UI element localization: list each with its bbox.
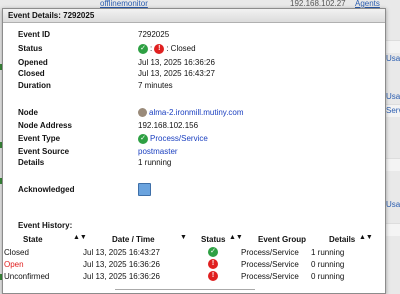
alert-circle-icon: !	[154, 43, 165, 54]
acknowledged-label: Acknowledged	[18, 185, 75, 194]
event-type-label: Event Type	[18, 134, 61, 143]
table-row[interactable]: Open Jul 13, 2025 16:36:26 ! Process/Ser…	[4, 259, 371, 270]
column-header-status[interactable]: Status	[201, 235, 225, 244]
check-circle-icon: ✓	[138, 133, 148, 144]
history-details: 1 running	[311, 248, 345, 257]
alert-circle-icon: !	[208, 271, 218, 281]
acknowledged-checkbox[interactable]	[138, 183, 151, 196]
history-group: Process/Service	[241, 248, 299, 257]
column-header-state[interactable]: State	[23, 235, 43, 244]
alert-circle-icon: !	[208, 259, 218, 269]
status-separator: :	[150, 44, 153, 53]
node-label: Node	[18, 108, 38, 117]
status-text: : Closed	[166, 44, 196, 53]
dialog-title: Event Details: 7292025	[8, 11, 95, 20]
check-circle-icon: ✓	[208, 247, 218, 257]
history-datetime: Jul 13, 2025 16:36:26	[83, 272, 160, 281]
event-source-label: Event Source	[18, 147, 70, 156]
event-id-value: 7292025	[138, 30, 170, 39]
history-state: Open	[4, 260, 24, 269]
node-address-value: 192.168.102.156	[138, 121, 199, 130]
background-edge-label: Usage	[386, 54, 400, 63]
history-datetime: Jul 13, 2025 16:36:26	[83, 260, 160, 269]
node-value: alma-2.ironmill.mutiny.com	[138, 108, 244, 117]
details-value: 1 running	[138, 158, 172, 167]
history-state: Unconfirmed	[4, 272, 50, 281]
status-label: Status	[18, 44, 43, 53]
background-edge-label: Usage	[386, 92, 400, 101]
history-datetime: Jul 13, 2025 16:43:27	[83, 248, 160, 257]
event-type-value: ✓ Process/Service	[138, 133, 208, 144]
history-group: Process/Service	[241, 260, 299, 269]
background-edge-label: Servic	[386, 106, 400, 115]
closed-label: Closed	[18, 69, 45, 78]
background-link[interactable]: offlinemonitor	[100, 0, 148, 8]
event-source-link[interactable]: postmaster	[138, 147, 178, 156]
table-row[interactable]: Unconfirmed Jul 13, 2025 16:36:26 ! Proc…	[4, 271, 371, 282]
history-state: Closed	[4, 248, 29, 257]
event-id-label: Event ID	[18, 30, 51, 39]
background-ip: 192.168.102.27	[290, 0, 346, 8]
node-address-label: Node Address	[18, 121, 72, 130]
event-type-link[interactable]: Process/Service	[150, 134, 208, 143]
closed-value: Jul 13, 2025 16:43:27	[138, 69, 215, 78]
check-circle-icon: ✓	[138, 43, 148, 54]
sort-icon[interactable]: ▲▼	[359, 234, 373, 241]
background-agents-link[interactable]: Agents	[355, 0, 380, 8]
host-avatar-icon	[138, 108, 147, 117]
dialog-title-bar[interactable]: Event Details: 7292025	[3, 9, 385, 23]
column-header-details[interactable]: Details	[329, 235, 355, 244]
background-row: offlinemonitor 192.168.102.27 Agents	[0, 0, 400, 8]
background-row-stripe	[386, 40, 400, 53]
details-label: Details	[18, 158, 45, 167]
background-row-stripe	[386, 223, 400, 236]
history-group: Process/Service	[241, 272, 299, 281]
background-edge-label: Usage	[386, 200, 400, 209]
duration-value: 7 minutes	[138, 81, 173, 90]
history-details: 0 running	[311, 260, 345, 269]
opened-value: Jul 13, 2025 16:36:26	[138, 58, 215, 67]
history-title: Event History:	[18, 221, 73, 230]
sort-desc-icon[interactable]: ▼	[180, 234, 187, 241]
sort-icon[interactable]: ▲▼	[73, 234, 87, 241]
table-header-row: State ▲▼ Date / Time ▼ Status ▲▼ Event G…	[15, 234, 373, 245]
opened-label: Opened	[18, 58, 48, 67]
background-row-stripe	[386, 158, 400, 171]
history-details: 0 running	[311, 272, 345, 281]
event-details-dialog: Event Details: 7292025 Event ID 7292025 …	[2, 8, 386, 294]
acknowledged-value	[138, 183, 151, 196]
table-row[interactable]: Closed Jul 13, 2025 16:43:27 ✓ Process/S…	[4, 247, 371, 258]
column-header-datetime[interactable]: Date / Time	[112, 235, 155, 244]
status-value: ✓ : ! : Closed	[138, 43, 196, 54]
duration-label: Duration	[18, 81, 51, 90]
column-header-event-group[interactable]: Event Group	[258, 235, 306, 244]
node-link[interactable]: alma-2.ironmill.mutiny.com	[149, 108, 244, 117]
sort-icon[interactable]: ▲▼	[229, 234, 243, 241]
